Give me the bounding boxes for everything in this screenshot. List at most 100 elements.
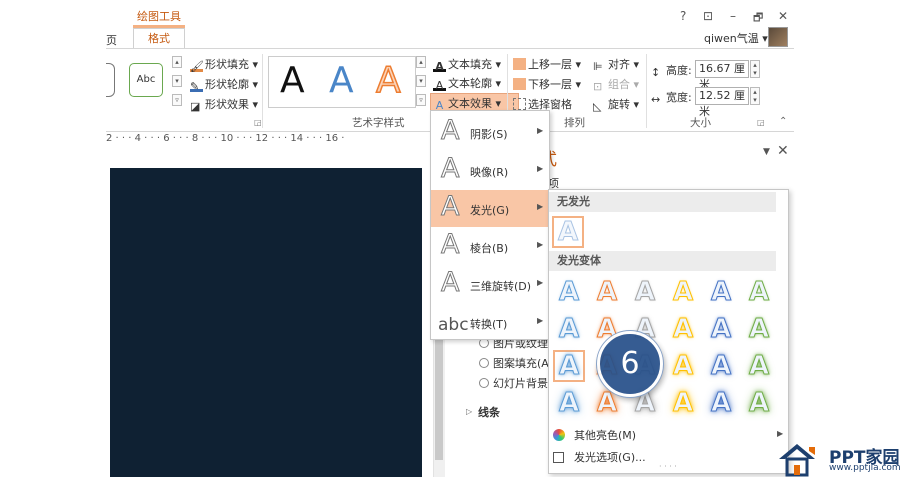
height-input[interactable]: 16.67 厘米	[695, 60, 749, 91]
menu-item-3d-rotation[interactable]: A 三维旋转(D) ▶	[431, 266, 549, 303]
more-glow-colors-label: 其他亮色(M)	[574, 429, 637, 442]
width-label: 宽度:	[666, 91, 692, 104]
glow-variant-option[interactable]: A	[667, 313, 699, 345]
paint-bucket-icon: 🖌	[190, 60, 204, 73]
glow-variants-header: 发光变体	[549, 251, 776, 271]
size-launcher-icon[interactable]: ◲	[757, 118, 765, 127]
help-icon[interactable]: ?	[680, 9, 686, 23]
gallery-more-icon[interactable]: ▿	[172, 94, 182, 106]
text-outline-icon: A	[433, 79, 446, 92]
glow-variant-option[interactable]: A	[705, 313, 737, 345]
submenu-arrow-icon: ▶	[537, 278, 544, 287]
menu-item-shadow[interactable]: A 阴影(S) ▶	[431, 114, 549, 151]
more-glow-colors-item[interactable]: 其他亮色(M)	[553, 427, 636, 443]
tab-format[interactable]: 格式	[133, 28, 185, 48]
ribbon-display-icon[interactable]: ⊡	[703, 9, 713, 23]
text-effects-button[interactable]: A 文本效果 ▾	[433, 95, 501, 112]
shape-outline-button[interactable]: ✎ 形状轮廓 ▾	[190, 76, 258, 93]
height-control: ↕ 高度:	[651, 62, 692, 79]
glow-options-icon	[553, 452, 564, 463]
glow-variant-option[interactable]: A	[553, 350, 585, 382]
submenu-arrow-icon: ▶	[537, 202, 544, 211]
arrange-group-label: 排列	[564, 117, 585, 129]
option-pattern-fill[interactable]: 图案填充(A)	[493, 355, 553, 371]
tab-page[interactable]: 页	[106, 32, 117, 48]
expand-arrow-icon[interactable]: ▷	[466, 407, 472, 416]
user-account[interactable]: qiwen气温 ▾	[704, 30, 768, 46]
horizontal-ruler: 2 · · · 4 · · · 6 · · · 8 · · · 10 · · ·…	[106, 133, 345, 144]
glow-variant-option[interactable]: A	[705, 276, 737, 308]
glow-variant-option[interactable]: A	[591, 276, 623, 308]
glow-variant-option[interactable]: A	[705, 387, 737, 419]
glow-options-item[interactable]: 发光选项(G)...	[553, 449, 646, 465]
pane-options-icon[interactable]: ▼	[763, 147, 770, 157]
wordart-up-icon[interactable]: ▴	[416, 56, 426, 68]
glow-variant-option[interactable]: A	[705, 350, 737, 382]
height-icon: ↕	[651, 66, 661, 79]
menu-item-label: 转换(T)	[470, 318, 508, 331]
wordart-more-icon[interactable]: ▿	[416, 94, 426, 106]
shape-style-preview[interactable]	[106, 63, 115, 97]
maximize-button[interactable]: 🗗	[753, 9, 763, 28]
submenu-arrow-icon: ▶	[537, 240, 544, 249]
glow-variant-option[interactable]: A	[667, 276, 699, 308]
group-button[interactable]: ⊡ 组合 ▾	[593, 76, 639, 93]
glow-variant-option[interactable]: A	[667, 350, 699, 382]
shape-outline-label: 形状轮廓	[205, 78, 249, 91]
shape-fill-button[interactable]: 🖌形状填充 ▾	[190, 56, 258, 73]
wordart-style-black[interactable]: A	[280, 60, 305, 101]
align-icon: ⊫	[593, 60, 603, 73]
reflection-icon: A	[440, 153, 460, 184]
glow-variant-option[interactable]: A	[553, 276, 585, 308]
height-spinner[interactable]: ▴ ▾	[750, 60, 760, 78]
shape-style-abc[interactable]: Abc	[129, 63, 163, 97]
shadow-icon: A	[440, 115, 460, 146]
bring-forward-button[interactable]: 上移一层 ▾	[513, 56, 581, 72]
pane-close-icon[interactable]: ✕	[777, 143, 789, 159]
wordart-style-orange[interactable]: A	[375, 59, 401, 102]
wordart-down-icon[interactable]: ▾	[416, 75, 426, 87]
glow-variant-option[interactable]: A	[743, 313, 775, 345]
menu-item-transform[interactable]: abc 转换(T) ▶	[431, 304, 549, 341]
glow-variant-option[interactable]: A	[743, 387, 775, 419]
glow-variant-option[interactable]: A	[743, 276, 775, 308]
width-icon: ↔	[651, 93, 661, 106]
glow-variant-option[interactable]: A	[629, 276, 661, 308]
submenu-arrow-icon: ▶	[537, 164, 544, 173]
menu-item-bevel[interactable]: A 棱台(B) ▶	[431, 228, 549, 265]
wordart-style-blue[interactable]: A	[329, 60, 354, 101]
width-spinner[interactable]: ▴ ▾	[750, 87, 760, 105]
glow-variant-option[interactable]: A	[667, 387, 699, 419]
gallery-up-icon[interactable]: ▴	[172, 56, 182, 68]
step-number-badge: 6	[597, 331, 663, 397]
text-outline-button[interactable]: A 文本轮廓 ▾	[433, 75, 501, 92]
gallery-down-icon[interactable]: ▾	[172, 75, 182, 87]
watermark-url: www.pptjia.com	[829, 463, 900, 473]
wordart-group-label: 艺术字样式	[352, 117, 405, 129]
menu-item-label: 映像(R)	[470, 166, 509, 179]
width-input[interactable]: 12.52 厘米	[695, 87, 749, 118]
glow-variant-option[interactable]: A	[553, 387, 585, 419]
radio-slide-bg-fill[interactable]	[479, 378, 489, 388]
text-fill-button[interactable]: A 文本填充 ▾	[433, 56, 501, 73]
glow-variant-option[interactable]: A	[553, 313, 585, 345]
group-label: 组合	[608, 78, 630, 91]
radio-pattern-fill[interactable]	[479, 358, 489, 368]
glow-options-label: 发光选项(G)...	[574, 451, 646, 464]
glow-variant-option[interactable]: A	[743, 350, 775, 382]
section-line[interactable]: 线条	[478, 404, 500, 420]
resize-grip-icon[interactable]: · · · ·	[659, 462, 677, 471]
minimize-button[interactable]: –	[730, 9, 736, 23]
slide-canvas[interactable]	[110, 168, 422, 477]
shape-effects-button[interactable]: ◪ 形状效果 ▾	[190, 96, 258, 113]
rotate-button[interactable]: ◺ 旋转 ▾	[593, 96, 639, 113]
align-button[interactable]: ⊫ 对齐 ▾	[593, 56, 639, 73]
glow-none-option[interactable]: A	[552, 216, 584, 248]
menu-item-reflection[interactable]: A 映像(R) ▶	[431, 152, 549, 189]
dialog-launcher-icon[interactable]: ◲	[254, 118, 262, 127]
send-backward-button[interactable]: 下移一层 ▾	[513, 76, 581, 92]
collapse-ribbon-icon[interactable]: ⌃	[779, 116, 787, 127]
close-button[interactable]: ✕	[778, 9, 788, 23]
menu-item-glow[interactable]: A 发光(G) ▶	[431, 190, 549, 227]
avatar[interactable]	[768, 27, 788, 47]
